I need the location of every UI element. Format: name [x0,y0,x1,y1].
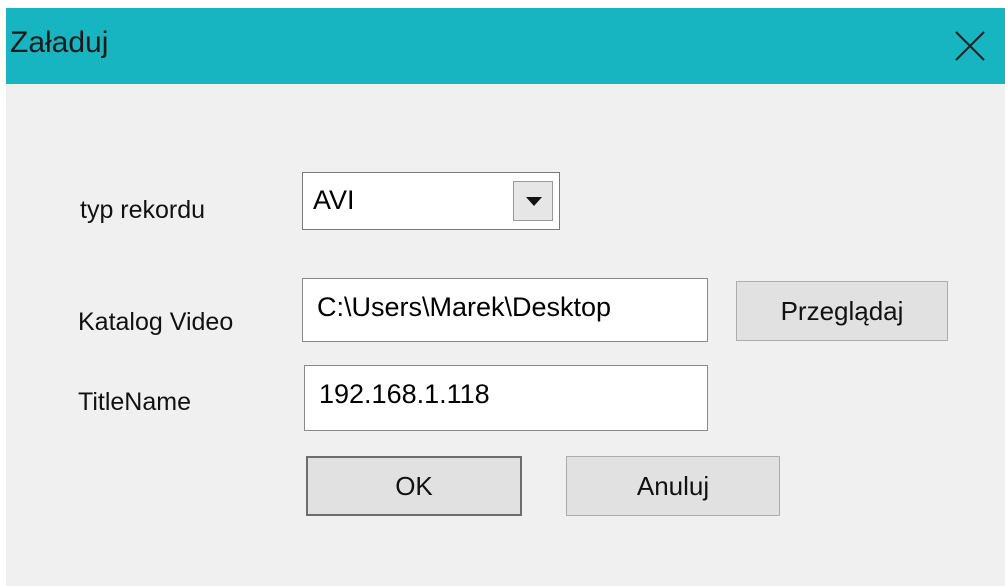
video-dir-input[interactable]: C:\Users\Marek\Desktop [302,278,708,342]
title-name-label: TitleName [78,388,191,416]
ok-button[interactable]: OK [306,456,522,516]
title-bar: Załaduj [6,8,1005,84]
title-name-input[interactable]: 192.168.1.118 [304,365,708,431]
video-dir-value: C:\Users\Marek\Desktop [317,292,612,322]
record-type-select[interactable]: AVI [302,172,560,230]
close-icon[interactable] [952,28,988,64]
window-title: Załaduj [10,26,109,59]
cancel-button[interactable]: Anuluj [566,456,780,516]
record-type-value: AVI [313,185,355,215]
title-name-value: 192.168.1.118 [319,379,490,409]
browse-button[interactable]: Przeglądaj [736,281,948,341]
dropdown-arrow-icon[interactable] [513,181,553,221]
video-dir-label: Katalog Video [78,308,234,336]
load-dialog: Załaduj typ rekordu AVI Katalog Video C:… [6,8,1005,586]
record-type-label: typ rekordu [80,196,206,224]
